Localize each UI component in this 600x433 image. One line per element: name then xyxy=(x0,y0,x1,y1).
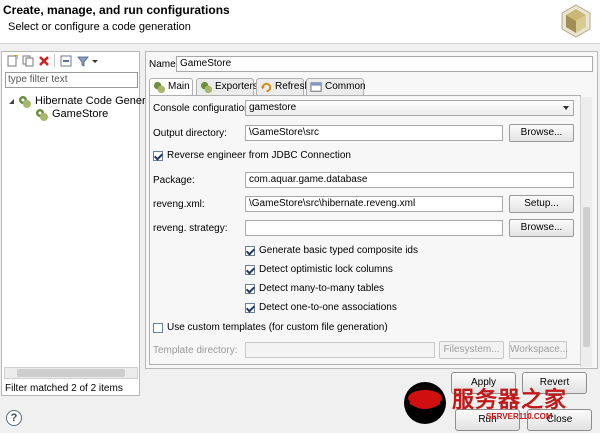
configuration-editor-pane: Name: GameStore Main Exporters Refresh C… xyxy=(145,51,598,369)
watermark-text: 服务器之家 xyxy=(452,388,568,413)
tree-item-label: GameStore xyxy=(52,108,109,120)
composite-ids-checkbox[interactable] xyxy=(245,246,255,256)
tab-main[interactable]: Main xyxy=(149,78,193,96)
one-to-one-label: Detect one-to-one associations xyxy=(259,302,397,313)
help-icon[interactable]: ? xyxy=(6,410,22,426)
tab-refresh[interactable]: Refresh xyxy=(256,78,310,95)
optimistic-lock-label: Detect optimistic lock columns xyxy=(259,264,393,275)
hibernate-icon xyxy=(19,96,31,108)
package-label: Package: xyxy=(153,175,195,186)
toolbar-separator xyxy=(54,54,55,67)
reveng-strategy-label: reveng. strategy: xyxy=(153,223,228,234)
name-field[interactable]: GameStore xyxy=(176,56,593,72)
tab-label: Main xyxy=(168,81,190,92)
console-configuration-select[interactable]: gamestore xyxy=(245,100,574,116)
common-icon xyxy=(310,82,322,92)
scrollbar-thumb[interactable] xyxy=(17,369,125,377)
filter-input[interactable]: type filter text xyxy=(5,72,138,88)
dialog-subtitle: Select or configure a code generation xyxy=(8,21,191,33)
dialog-window: Create, manage, and run configurations S… xyxy=(0,0,600,433)
reveng-strategy-field[interactable] xyxy=(245,220,503,236)
new-launch-config-icon[interactable] xyxy=(6,55,18,67)
package-field[interactable]: com.aquar.game.database xyxy=(245,172,574,188)
output-directory-label: Output directory: xyxy=(153,128,227,139)
optimistic-lock-checkbox[interactable] xyxy=(245,265,255,275)
console-configuration-label: Console configuration: xyxy=(153,103,253,114)
dialog-title: Create, manage, and run configurations xyxy=(3,3,230,17)
hibernate-config-icon xyxy=(36,109,48,121)
dialog-header: Create, manage, and run configurations S… xyxy=(0,0,600,44)
workspace-button[interactable]: Workspace... xyxy=(509,341,568,359)
custom-templates-checkbox[interactable] xyxy=(153,323,163,333)
many-to-many-label: Detect many-to-many tables xyxy=(259,283,385,294)
tab-label: Refresh xyxy=(275,81,311,92)
name-label: Name: xyxy=(149,59,179,70)
tab-label: Common xyxy=(325,81,366,92)
scrollbar-thumb[interactable] xyxy=(583,207,590,347)
reverse-engineer-label: Reverse engineer from JDBC Connection xyxy=(167,150,351,161)
filter-icon[interactable] xyxy=(77,55,89,67)
tab-common[interactable]: Common xyxy=(306,78,366,95)
duplicate-icon[interactable] xyxy=(22,55,34,67)
red-hat-logo-icon xyxy=(404,382,446,424)
composite-ids-label: Generate basic typed composite ids xyxy=(259,245,418,256)
chevron-down-icon[interactable] xyxy=(91,55,99,67)
filesystem-button[interactable]: Filesystem... xyxy=(439,341,504,359)
many-to-many-checkbox[interactable] xyxy=(245,284,255,294)
custom-templates-label: Use custom templates (for custom file ge… xyxy=(167,322,388,333)
setup-button[interactable]: Setup... xyxy=(509,195,574,213)
select-value: gamestore xyxy=(249,102,297,113)
delete-icon[interactable] xyxy=(38,55,50,67)
reveng-xml-label: reveng.xml: xyxy=(153,199,205,210)
hibernate-logo-icon xyxy=(561,4,591,38)
main-tab-content: Console configuration: gamestore Output … xyxy=(149,95,581,365)
horizontal-scrollbar[interactable] xyxy=(4,367,138,379)
collapse-all-icon[interactable] xyxy=(60,55,72,67)
watermark: 服务器之家 SERVER110.COM xyxy=(400,374,600,433)
configuration-list-pane: type filter text Hibernate Code Generati… xyxy=(1,51,163,396)
hibernate-icon xyxy=(153,81,166,94)
output-browse-button[interactable]: Browse... xyxy=(509,124,574,142)
tree-item-label: Hibernate Code Generatic xyxy=(35,95,163,107)
template-directory-field[interactable] xyxy=(245,342,435,358)
hibernate-icon xyxy=(200,81,213,94)
output-directory-field[interactable]: \GameStore\src xyxy=(245,125,503,141)
chevron-down-icon xyxy=(563,106,569,110)
expand-arrow-icon[interactable] xyxy=(8,98,16,106)
filter-status-text: Filter matched 2 of 2 items xyxy=(5,383,123,394)
watermark-subtext: SERVER110.COM xyxy=(486,412,553,421)
tab-exporters[interactable]: Exporters xyxy=(196,78,258,95)
one-to-one-checkbox[interactable] xyxy=(245,303,255,313)
strategy-browse-button[interactable]: Browse... xyxy=(509,219,574,237)
reverse-engineer-checkbox[interactable] xyxy=(153,151,163,161)
template-directory-label: Template directory: xyxy=(153,345,238,356)
reveng-xml-field[interactable]: \GameStore\src\hibernate.reveng.xml xyxy=(245,196,503,212)
refresh-icon xyxy=(260,82,272,93)
vertical-scrollbar[interactable] xyxy=(580,97,592,367)
tab-label: Exporters xyxy=(215,81,258,92)
